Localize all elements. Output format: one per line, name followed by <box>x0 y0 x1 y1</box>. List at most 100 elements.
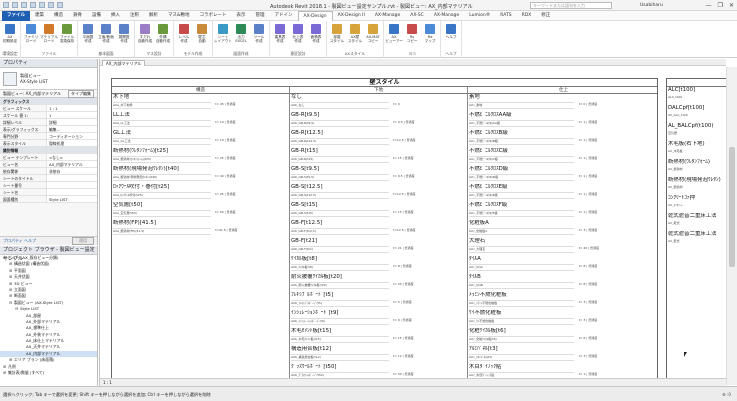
schedule-cell-name[interactable]: 構造用合板[t12] <box>291 346 465 353</box>
schedule-partial-right[interactable]: ALC[t100] ALC_t100 DALCpf[t100] AX_ALC_t100… <box>666 78 726 386</box>
schedule2-cell[interactable]: AL_BALCpf(t100) <box>668 123 713 130</box>
tab-13[interactable]: AX-Design <box>297 10 333 21</box>
property-row[interactable]: ビュー スケール 1 : 1 <box>0 105 97 112</box>
schedule-cell-name[interactable]: GL工法 <box>113 130 287 137</box>
schedule2-cell[interactable]: 断熱材(ｳﾚﾀﾝﾌｫｰﾑ) <box>668 159 710 166</box>
schedule-cell-name[interactable]: GB-S[t15] <box>291 202 465 209</box>
tab-6[interactable]: 注釈 <box>125 11 144 21</box>
schedule2-cell[interactable]: AX_ALC_t100 <box>668 113 688 118</box>
schedule-cell-name[interactable]: ｸﾞﾗｽｳｰﾙﾎﾞｰﾄﾞ[t50] <box>291 364 465 371</box>
property-row[interactable]: ビュー名 AX_内部マテリアル <box>0 161 97 168</box>
property-value[interactable]: 1 <box>46 112 97 118</box>
tab-3[interactable]: 鉄骨 <box>68 11 87 21</box>
schedule-cell-name[interactable]: 断熱材(FP)[41.5] <box>113 220 287 227</box>
save-icon[interactable] <box>21 2 27 8</box>
app-menu-icon[interactable] <box>3 2 9 8</box>
undo-icon[interactable] <box>30 2 36 8</box>
schedule-cell-name[interactable]: 不燃ﾋﾞﾆﾙｸﾛｽF級 <box>469 202 656 209</box>
schedule-cell-name[interactable]: ﾀｲﾙA <box>469 256 656 263</box>
tab-21[interactable]: 修正 <box>536 11 555 21</box>
open-icon[interactable] <box>12 2 18 8</box>
scrollbar-thumb[interactable] <box>729 147 735 267</box>
user-name[interactable]: Usabiharu <box>640 3 663 8</box>
property-row[interactable]: 詳細レベル 詳細 <box>0 119 97 126</box>
property-value[interactable] <box>46 175 97 181</box>
property-value[interactable]: 詳細 <box>46 119 97 125</box>
schedule-cell-name[interactable]: ｹｲ不燃化粧板 <box>469 310 656 317</box>
schedule-cell-name[interactable]: GB-F[t21] <box>291 238 465 245</box>
property-row[interactable]: 専門分野 コーディネーション <box>0 133 97 140</box>
schedule-cell-name[interactable]: GB-S[t12.5] <box>291 184 465 191</box>
tab-0[interactable]: ファイル <box>2 10 30 21</box>
schedule-cell-name[interactable]: ﾛｯｸｳｰﾙ吹付・巻付[t25] <box>113 184 287 191</box>
property-value[interactable]: 非依存 <box>46 168 97 174</box>
tab-17[interactable]: AX-Manage <box>429 11 464 21</box>
property-value[interactable]: 編集... <box>46 126 97 132</box>
schedule-cell-name[interactable]: LL工法 <box>113 112 287 119</box>
wall-style-schedule[interactable]: 壁スタイル 構造 下地 仕上 木下地 AXa_木下地枠 t= 45 | 普通度 LL工法 A… <box>111 78 658 386</box>
schedule-cell-name[interactable]: 断熱材(ｳﾚﾀﾝﾌｫｰﾑ)[t25] <box>113 148 287 155</box>
tab-16[interactable]: AX-SC <box>405 11 429 21</box>
property-value[interactable]: 1 : 1 <box>46 105 97 111</box>
tab-11[interactable]: 管理 <box>251 11 270 21</box>
schedule2-cell[interactable]: 乾式遮音二重床工法 <box>668 231 717 238</box>
schedule-cell-name[interactable]: 不燃ﾋﾞﾆﾙｸﾛｽD級 <box>469 166 656 173</box>
property-row[interactable]: ビュー テンプレート <なし> <box>0 154 97 161</box>
schedule2-cell[interactable]: AX_乾式 <box>668 239 680 244</box>
property-value[interactable]: コーディネーション <box>46 133 97 139</box>
schedule2-cell[interactable]: 断熱材(現場発泡ｳﾚﾀﾝ) <box>668 177 721 184</box>
edit-type-button[interactable]: タイプ編集 <box>68 89 94 98</box>
schedule-cell-name[interactable]: 大理石 <box>469 238 656 245</box>
schedule-cell-name[interactable]: 木下地 <box>113 94 287 101</box>
maximize-button[interactable]: ❐ <box>718 2 723 9</box>
property-row[interactable]: 表示/グラフィックス 編集... <box>0 126 97 133</box>
tab-5[interactable]: 挿入 <box>106 11 125 21</box>
schedule-cell-name[interactable]: 空気層[t50] <box>113 202 287 209</box>
drawing-area[interactable]: AX_内部マテリアル 壁スタイル 構造 下地 仕上 木下地 AXa_木下地枠 t= 45… <box>99 59 737 386</box>
tab-7[interactable]: 解析 <box>144 11 163 21</box>
schedule-cell-name[interactable]: GB-R[t9.5] <box>291 112 465 119</box>
schedule-cell-name[interactable]: GB-R[t15] <box>291 148 465 155</box>
schedule-cell-name[interactable]: 木目ﾀﾞｲﾉｯｸ貼 <box>469 364 656 371</box>
tab-20[interactable]: RDX <box>517 11 537 21</box>
property-row[interactable]: スケール 値 1: 1 <box>0 112 97 119</box>
property-value[interactable]: Style LIST <box>46 196 97 202</box>
tab-12[interactable]: アドイン <box>270 11 298 21</box>
property-row[interactable]: シートのタイトル <box>0 175 97 182</box>
schedule-cell-name[interactable]: 不燃ﾋﾞﾆﾙｸﾛｽAA級 <box>469 112 656 119</box>
tab-1[interactable]: 建築 <box>30 11 49 21</box>
close-button[interactable]: ✕ <box>729 2 734 9</box>
property-value[interactable] <box>46 182 97 188</box>
search-input[interactable]: キーワードまたは語句を入力 <box>530 2 612 9</box>
schedule-cell-name[interactable]: 素地 <box>469 94 656 101</box>
tab-18[interactable]: Lumion® <box>464 11 495 21</box>
view-scale[interactable]: 1 : 1 <box>103 380 112 385</box>
schedule-cell-name[interactable]: ﾀｲﾙB <box>469 274 656 281</box>
schedule-cell-name[interactable]: 不燃ﾋﾞﾆﾙｸﾛｽB級 <box>469 130 656 137</box>
schedule-cell-name[interactable]: ﾌﾚｷｼﾌﾞﾙﾎﾞｰﾄﾞ[t5] <box>291 292 465 299</box>
apply-button[interactable]: 適用 <box>72 237 94 245</box>
measure-icon[interactable] <box>57 2 63 8</box>
schedule-cell-name[interactable]: なし <box>291 94 465 101</box>
schedule-cell-name[interactable]: GB-F[t12.5] <box>291 220 465 227</box>
tab-8[interactable]: マス&敷地 <box>163 11 195 21</box>
schedule-cell-name[interactable]: 断熱材(現場発泡ｳﾚﾀﾝ)[t40] <box>113 166 287 173</box>
vertical-scrollbar[interactable] <box>726 67 737 385</box>
schedule2-cell[interactable]: 木毛板(右下地) <box>668 141 705 148</box>
property-row[interactable]: 図面種別 Style LIST <box>0 196 97 203</box>
tab-14[interactable]: AX-Design II <box>333 11 370 21</box>
schedule-cell-name[interactable]: 不燃ﾋﾞﾆﾙｸﾛｽC級 <box>469 148 656 155</box>
schedule2-cell[interactable]: AX_断熱材 <box>668 185 683 190</box>
print-icon[interactable] <box>48 2 54 8</box>
selection-filter[interactable]: ⊕ :0 <box>722 387 731 401</box>
schedule2-cell[interactable]: DALCpf[t100] <box>668 105 704 112</box>
schedule-cell-name[interactable]: ﾒﾗﾐﾝ不燃化粧板 <box>469 292 656 299</box>
schedule-cell-name[interactable]: 耐火被覆ｹｲｶﾙ板[t20] <box>291 274 465 281</box>
tab-2[interactable]: 構造 <box>49 11 68 21</box>
schedule-cell-name[interactable]: GB-S[t9.5] <box>291 166 465 173</box>
schedule2-cell[interactable]: ｺﾝｸﾘｰﾄｺﾃ押 <box>668 195 695 202</box>
schedule2-cell[interactable]: 乾式遮音二重床工法 <box>668 213 717 220</box>
tab-15[interactable]: AX-Manage <box>370 11 405 21</box>
tab-9[interactable]: コラボレート <box>195 11 232 21</box>
schedule-cell-name[interactable]: 木毛ｾﾒﾝﾄ板[t15] <box>291 328 465 335</box>
